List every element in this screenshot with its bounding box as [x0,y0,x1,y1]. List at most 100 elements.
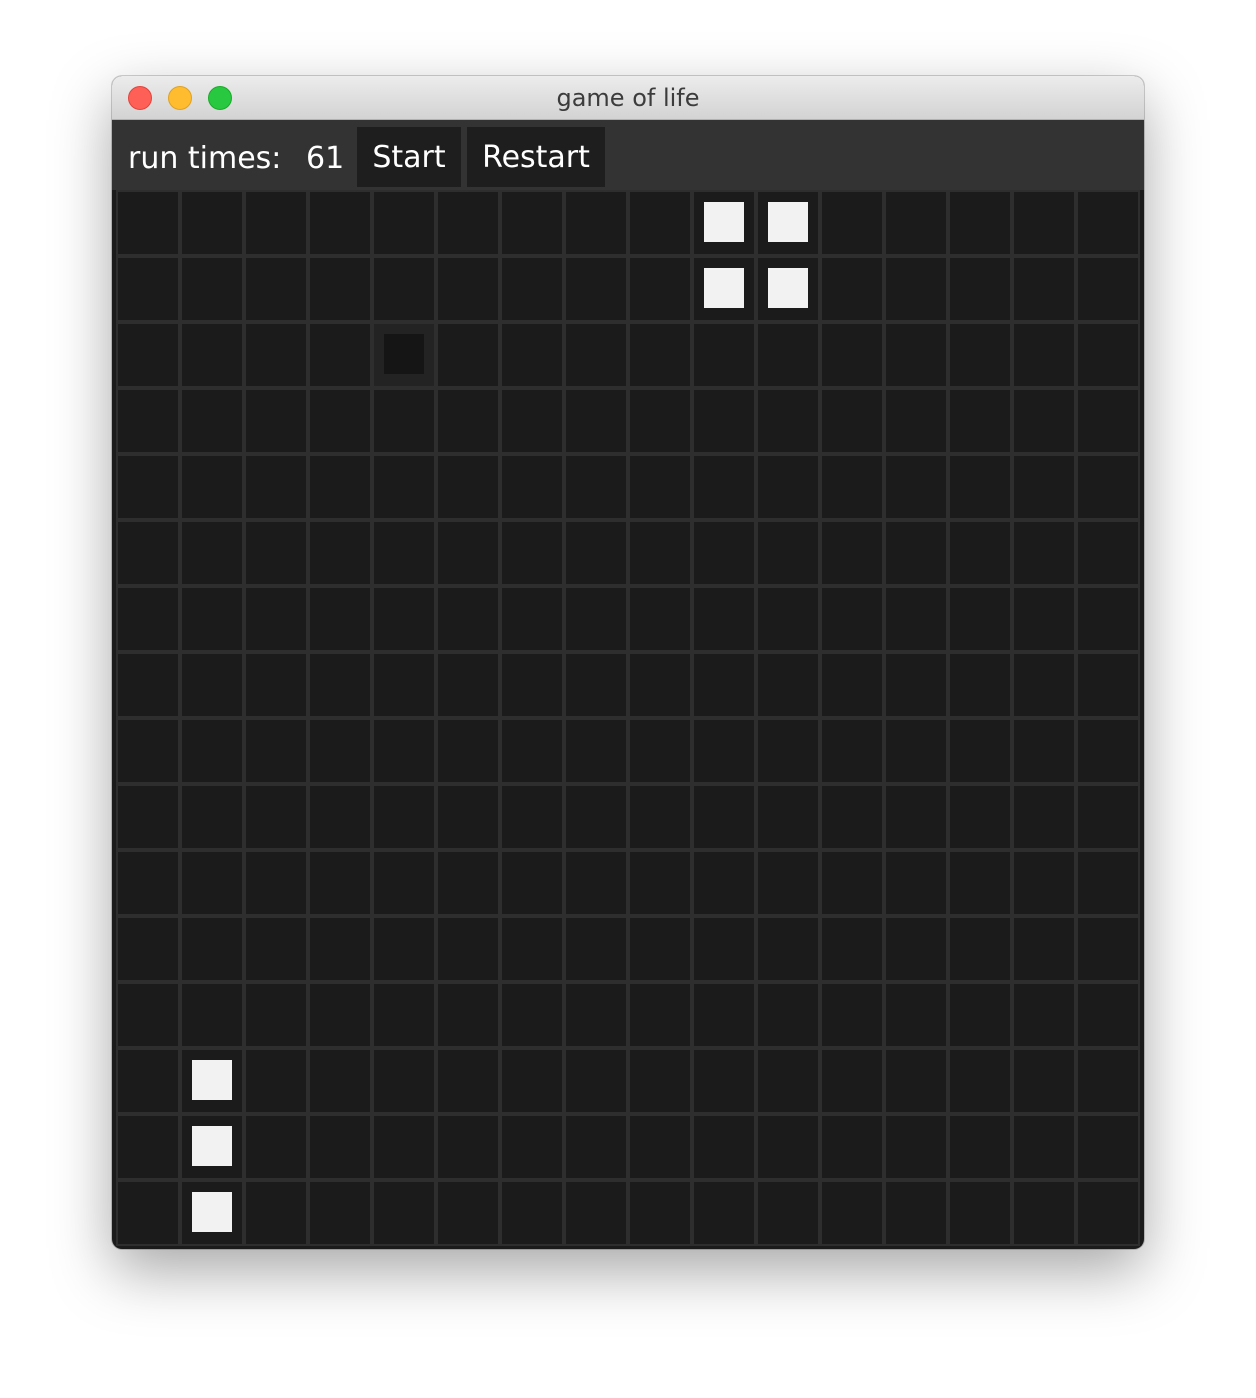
grid-cell[interactable] [436,982,500,1048]
grid-cell[interactable] [628,718,692,784]
grid-cell[interactable] [820,1180,884,1246]
grid-cell[interactable] [564,322,628,388]
grid-cell[interactable] [756,322,820,388]
grid-cell[interactable] [308,322,372,388]
grid-cell[interactable] [1012,322,1076,388]
grid-cell[interactable] [820,916,884,982]
grid-cell[interactable] [692,850,756,916]
grid-cell[interactable] [180,718,244,784]
grid-cell[interactable] [500,1180,564,1246]
grid-cell[interactable] [180,982,244,1048]
grid-cell[interactable] [884,1114,948,1180]
grid-cell[interactable] [308,520,372,586]
grid-cell[interactable] [500,982,564,1048]
grid-cell[interactable] [820,1048,884,1114]
grid-cell[interactable] [692,454,756,520]
grid-cell[interactable] [1012,916,1076,982]
grid-cell[interactable] [244,652,308,718]
grid-cell[interactable] [244,586,308,652]
grid-cell[interactable] [180,388,244,454]
grid-cell[interactable] [116,1114,180,1180]
grid-cell[interactable] [948,322,1012,388]
grid-cell[interactable] [244,520,308,586]
grid-cell[interactable] [1076,652,1140,718]
grid-cell[interactable] [1076,388,1140,454]
grid-cell[interactable] [820,784,884,850]
grid-cell[interactable] [500,1048,564,1114]
grid-cell[interactable] [372,784,436,850]
grid-cell[interactable] [1076,454,1140,520]
grid-cell[interactable] [116,586,180,652]
grid-cell[interactable] [628,388,692,454]
grid-cell[interactable] [308,586,372,652]
grid-cell[interactable] [948,586,1012,652]
grid-cell[interactable] [820,982,884,1048]
grid-cell[interactable] [1012,850,1076,916]
grid-cell[interactable] [948,982,1012,1048]
grid-cell[interactable] [116,190,180,256]
grid-cell[interactable] [628,256,692,322]
grid-cell[interactable] [564,1048,628,1114]
grid-cell[interactable] [756,520,820,586]
grid-cell[interactable] [628,916,692,982]
grid-cell[interactable] [628,322,692,388]
grid-cell[interactable] [436,784,500,850]
restart-button[interactable]: Restart [467,127,605,187]
grid-cell[interactable] [244,982,308,1048]
grid-cell[interactable] [244,784,308,850]
grid-cell[interactable] [372,388,436,454]
grid-cell[interactable] [372,256,436,322]
grid-cell[interactable] [436,718,500,784]
grid-cell[interactable] [628,784,692,850]
grid-cell[interactable] [436,850,500,916]
grid-cell[interactable] [564,850,628,916]
grid-cell[interactable] [244,1180,308,1246]
grid-cell[interactable] [628,190,692,256]
grid-cell[interactable] [1076,190,1140,256]
grid-cell[interactable] [372,322,436,388]
grid-cell-alive[interactable] [180,1114,244,1180]
grid-cell[interactable] [308,256,372,322]
grid-cell[interactable] [692,520,756,586]
grid-cell[interactable] [1012,1048,1076,1114]
grid-cell[interactable] [756,388,820,454]
grid-cell[interactable] [948,256,1012,322]
grid-cell[interactable] [180,586,244,652]
grid-cell[interactable] [372,652,436,718]
grid-cell[interactable] [756,1114,820,1180]
grid-cell[interactable] [436,916,500,982]
grid-cell[interactable] [1012,1114,1076,1180]
grid-cell[interactable] [500,520,564,586]
grid-cell[interactable] [564,454,628,520]
grid-cell[interactable] [820,256,884,322]
grid-cell[interactable] [116,1048,180,1114]
grid-cell[interactable] [884,256,948,322]
grid-cell[interactable] [564,1180,628,1246]
grid-cell[interactable] [1076,322,1140,388]
grid-cell[interactable] [500,916,564,982]
grid-cell[interactable] [244,322,308,388]
grid-cell[interactable] [308,1114,372,1180]
grid-cell[interactable] [1012,718,1076,784]
grid-cell[interactable] [884,784,948,850]
grid-cell[interactable] [180,784,244,850]
grid-cell[interactable] [1012,256,1076,322]
grid-cell[interactable] [308,190,372,256]
grid-cell[interactable] [884,718,948,784]
grid-cell[interactable] [820,586,884,652]
grid-cell[interactable] [372,1114,436,1180]
grid-cell[interactable] [1012,1180,1076,1246]
grid-cell[interactable] [884,652,948,718]
grid-cell[interactable] [628,1114,692,1180]
grid-cell[interactable] [692,586,756,652]
grid-cell[interactable] [692,982,756,1048]
grid-cell[interactable] [948,784,1012,850]
grid-cell-alive[interactable] [180,1048,244,1114]
grid-cell[interactable] [1076,1114,1140,1180]
grid-cell[interactable] [436,322,500,388]
grid-cell[interactable] [564,718,628,784]
grid-cell[interactable] [628,454,692,520]
grid-cell[interactable] [1076,586,1140,652]
grid-cell[interactable] [116,322,180,388]
grid-cell[interactable] [820,190,884,256]
